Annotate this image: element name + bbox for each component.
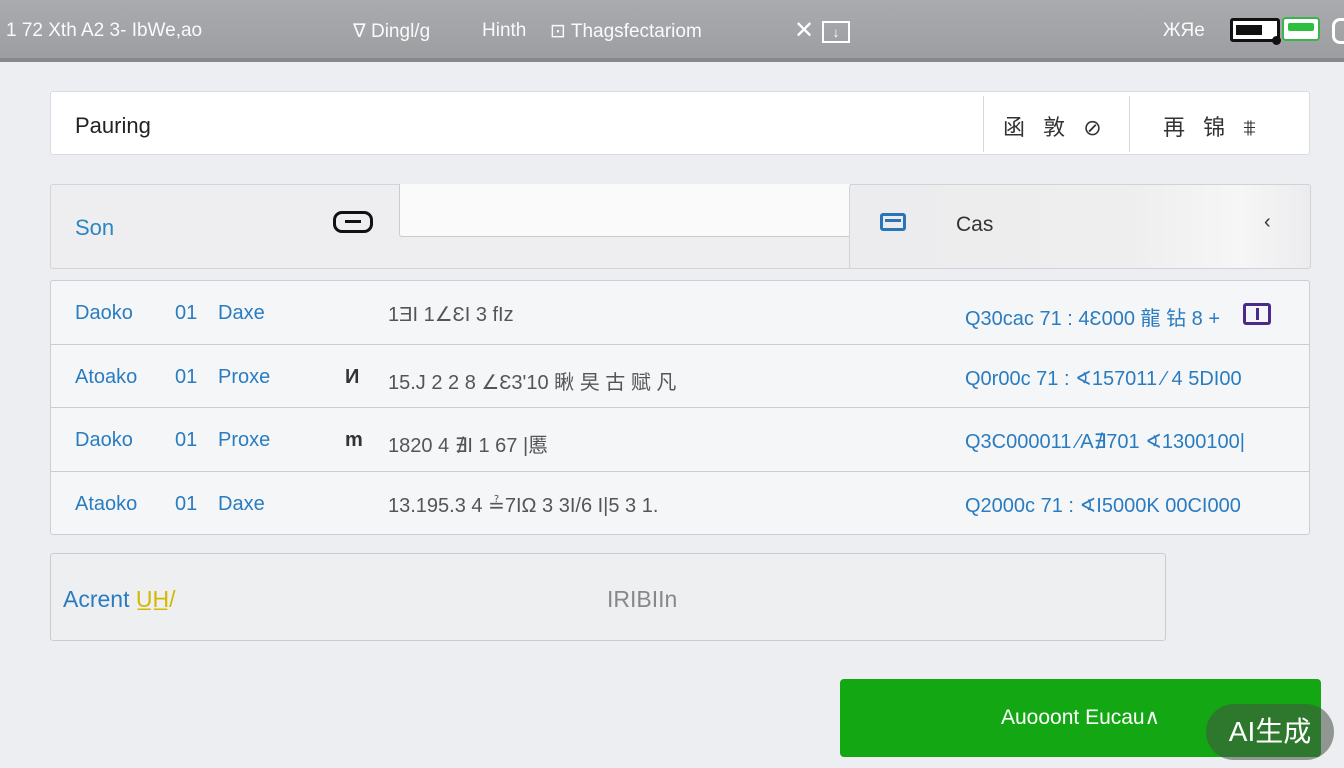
top-status-bar: 1 72 Xth A2 3- IbWe,ao ∇ Dingl/g Hinth ⊡… [0,0,1344,62]
tx-number: 01 [175,365,198,388]
tx-type: Proxe [218,429,271,451]
table-row[interactable]: Daoko 01 Daxe 1ƎI 1∠ƐI 3 fIz Q30cac 71 :… [51,281,1309,345]
tx-description: 1820 4 ∄I 1 67 |慝 [388,435,549,457]
header-divider [983,96,984,152]
tx-amount: Q30cac 71 : 4Ɛ000 龍 钻 8 + [965,308,1220,330]
ai-watermark-badge: AI生成 [1206,704,1334,760]
header-actions-secondary[interactable]: 再 锦 ⩨ [1163,110,1262,142]
table-row[interactable]: Atoako 01 Proxe И 15.J 2 2 8 ∠Ɛ3'10 瞅 旲 … [51,345,1309,408]
status-text: 1 72 Xth A2 3- IbWe,ao [6,20,203,41]
account-label: Acrent U̲H̲/ [63,586,176,613]
filter-label[interactable]: Son [75,215,114,241]
battery-icon [1230,18,1281,45]
edit-icon[interactable] [1243,303,1271,325]
tx-description: 1ƎI 1∠ƐI 3 fIz [388,304,514,326]
tx-number: 01 [175,302,198,324]
header-divider [1129,96,1130,152]
header-actions-primary[interactable]: 函 敦 ⊘ [1003,110,1108,142]
filter-bar: Son Cas ‹ [50,184,1311,269]
account-value: IRIBIIn [607,586,678,612]
chevron-left-icon[interactable]: ‹ [1264,211,1271,234]
wifi-icon [1282,17,1320,41]
tx-number: 01 [175,492,198,515]
account-field[interactable]: Acrent U̲H̲/ IRIBIIn [50,553,1166,641]
page-header: Pauring 函 敦 ⊘ 再 锦 ⩨ [50,91,1310,155]
tx-type: Daxe [218,302,265,324]
tx-amount: Q2000c 71 : ∢I5000K 00CI000 [965,494,1241,517]
table-row[interactable]: Daoko 01 Proxe m 1820 4 ∄I 1 67 |慝 Q3C00… [51,408,1309,472]
account-label-text: Acrent [63,586,130,612]
sort-dropdown[interactable]: Cas ‹ [849,184,1311,269]
nav-item-2[interactable]: Hinth [482,20,526,42]
page-title: Pauring [75,113,151,138]
tx-name: Atoako [75,365,138,388]
tx-mark: m [345,429,363,451]
tx-name: Ataoko [75,492,138,515]
tx-amount: Q3C000011 ⁄A∄701 ∢1300100| [965,431,1245,453]
nav-item-1[interactable]: ∇ Dingl/g [353,20,430,43]
user-indicator: ЖЯe [1163,20,1205,41]
download-icon[interactable]: ↓ [822,21,850,43]
close-icon[interactable]: ✕ [794,19,814,43]
sort-label: Cas [956,213,994,236]
table-row[interactable]: Ataoko 01 Daxe 13.195.3 4 ≟7IΩ 3 3I/6 I|… [51,472,1309,535]
tx-number: 01 [175,429,198,451]
overflow-icon [1332,18,1344,44]
tx-name: Daoko [75,429,133,451]
list-icon [880,213,906,231]
nav-item-3[interactable]: ⊡ Thagsfectariom [550,20,702,43]
search-input[interactable] [399,184,851,237]
tx-type: Daxe [218,492,265,515]
account-label-highlight: U̲H̲/ [135,586,176,612]
card-icon[interactable] [333,211,373,233]
tx-description: 13.195.3 4 ≟7IΩ 3 3I/6 I|5 3 1. [388,494,659,517]
tx-amount: Q0r00c 71 : ∢157011 ⁄ 4 5DI00 [965,367,1242,390]
tx-description: 15.J 2 2 8 ∠Ɛ3'10 瞅 旲 古 赋 凡 [388,371,677,394]
transactions-table: Daoko 01 Daxe 1ƎI 1∠ƐI 3 fIz Q30cac 71 :… [50,280,1310,535]
tx-mark: И [345,365,360,388]
tx-name: Daoko [75,302,133,324]
tx-type: Proxe [218,365,271,388]
